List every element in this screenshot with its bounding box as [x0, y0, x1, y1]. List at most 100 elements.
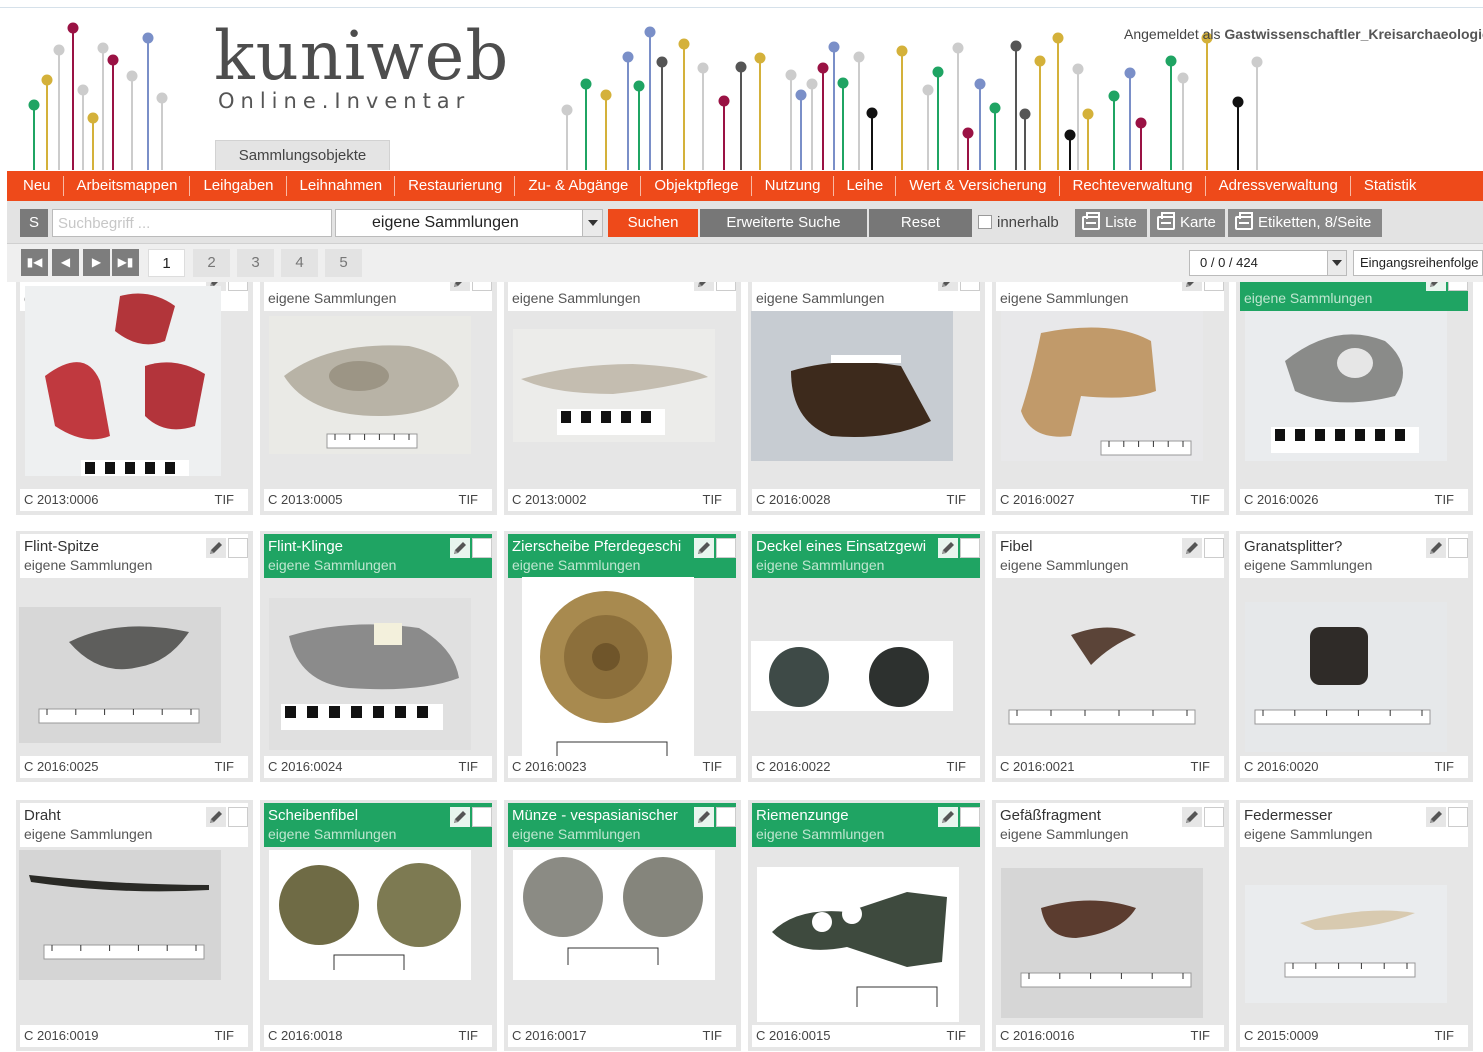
pencil-icon[interactable]: [938, 538, 958, 558]
select-checkbox[interactable]: [716, 282, 736, 291]
search-button[interactable]: Suchen: [608, 209, 698, 237]
object-image[interactable]: [1245, 885, 1447, 1003]
pencil-icon[interactable]: [1426, 538, 1446, 558]
object-card[interactable]: eigene Sammlungen C 2016:0027 TIF: [992, 282, 1229, 515]
reset-button[interactable]: Reset: [869, 209, 972, 237]
object-image[interactable]: [25, 286, 221, 476]
object-image[interactable]: [19, 850, 221, 980]
object-card[interactable]: Deckel eines Einsatzgewi eigene Sammlung…: [748, 531, 985, 782]
search-input[interactable]: [52, 209, 332, 237]
object-card[interactable]: eigene Sammlungen C 2013:0006 TIF: [16, 282, 253, 515]
object-card[interactable]: Flint-Spitze eigene Sammlungen C 2016:00…: [16, 531, 253, 782]
object-image[interactable]: [751, 311, 953, 461]
nav-item-zu-abgaenge[interactable]: Zu- & Abgänge: [514, 176, 640, 196]
page-1[interactable]: 1: [148, 249, 185, 277]
select-checkbox[interactable]: [716, 538, 736, 558]
nav-item-wert-versicherung[interactable]: Wert & Versicherung: [895, 176, 1058, 196]
object-image[interactable]: [1001, 311, 1203, 461]
object-card[interactable]: Gefäßfragment eigene Sammlungen C 2016:0…: [992, 800, 1229, 1051]
card-title[interactable]: Riemenzunge: [756, 807, 936, 824]
object-card[interactable]: eigene Sammlungen C 2013:0005 TIF: [260, 282, 497, 515]
object-image[interactable]: [269, 316, 471, 454]
select-checkbox[interactable]: [472, 807, 492, 827]
pencil-icon[interactable]: [450, 282, 470, 291]
pencil-icon[interactable]: [1182, 282, 1202, 291]
object-image[interactable]: [513, 329, 715, 442]
page-2[interactable]: 2: [193, 249, 230, 277]
select-checkbox[interactable]: [1448, 282, 1468, 291]
nav-item-neu[interactable]: Neu: [7, 176, 63, 196]
select-checkbox[interactable]: [228, 807, 248, 827]
pencil-icon[interactable]: [1426, 282, 1446, 291]
nav-item-nutzung[interactable]: Nutzung: [750, 176, 833, 196]
prev-page-icon[interactable]: ◀: [52, 249, 79, 276]
page-5[interactable]: 5: [325, 249, 362, 277]
object-image[interactable]: [513, 850, 715, 980]
next-page-icon[interactable]: ▶: [83, 249, 110, 276]
sort-select[interactable]: Eingangsreihenfolge: [1353, 250, 1483, 276]
select-checkbox[interactable]: [960, 282, 980, 291]
nav-item-rechteverwaltung[interactable]: Rechteverwaltung: [1058, 176, 1205, 196]
object-card[interactable]: Scheibenfibel eigene Sammlungen C 2016:0…: [260, 800, 497, 1051]
select-checkbox[interactable]: [716, 807, 736, 827]
card-title[interactable]: Flint-Spitze: [24, 538, 204, 555]
object-card[interactable]: Fibel eigene Sammlungen C 2016:0021 TIF: [992, 531, 1229, 782]
select-checkbox[interactable]: [1204, 807, 1224, 827]
within-checkbox[interactable]: innerhalb: [978, 209, 1073, 237]
select-checkbox[interactable]: [960, 807, 980, 827]
nav-item-leihgaben[interactable]: Leihgaben: [189, 176, 285, 196]
card-title[interactable]: Flint-Klinge: [268, 538, 448, 555]
object-card[interactable]: Zierscheibe Pferdegeschi eigene Sammlung…: [504, 531, 741, 782]
object-card[interactable]: Federmesser eigene Sammlungen C 2015:000…: [1236, 800, 1473, 1051]
select-checkbox[interactable]: [472, 282, 492, 291]
labels-button[interactable]: Etiketten, 8/Seite: [1228, 209, 1382, 237]
card-title[interactable]: Granatsplitter?: [1244, 538, 1424, 555]
pencil-icon[interactable]: [206, 538, 226, 558]
checkbox-icon[interactable]: [978, 215, 992, 229]
pencil-icon[interactable]: [206, 807, 226, 827]
pencil-icon[interactable]: [694, 282, 714, 291]
s-button[interactable]: S: [20, 209, 48, 237]
advanced-search-button[interactable]: Erweiterte Suche: [700, 209, 867, 237]
nav-item-leihnahmen[interactable]: Leihnahmen: [285, 176, 395, 196]
object-card[interactable]: Flint-Klinge eigene Sammlungen C 2016:00…: [260, 531, 497, 782]
chevron-down-icon[interactable]: [1327, 251, 1346, 275]
pencil-icon[interactable]: [694, 807, 714, 827]
object-card[interactable]: eigene Sammlungen C 2016:0028 TIF: [748, 282, 985, 515]
card-title[interactable]: Scheibenfibel: [268, 807, 448, 824]
map-button[interactable]: Karte: [1150, 209, 1225, 237]
card-title[interactable]: Federmesser: [1244, 807, 1424, 824]
nav-item-statistik[interactable]: Statistik: [1349, 176, 1429, 196]
card-title[interactable]: Zierscheibe Pferdegeschi: [512, 538, 692, 555]
select-checkbox[interactable]: [1204, 538, 1224, 558]
object-image[interactable]: [269, 598, 471, 750]
pencil-icon[interactable]: [938, 282, 958, 291]
object-image[interactable]: [1001, 605, 1203, 745]
select-checkbox[interactable]: [1448, 807, 1468, 827]
nav-item-leihe[interactable]: Leihe: [832, 176, 896, 196]
object-card[interactable]: Riemenzunge eigene Sammlungen C 2016:001…: [748, 800, 985, 1051]
page-4[interactable]: 4: [281, 249, 318, 277]
nav-item-adressverwaltung[interactable]: Adressverwaltung: [1204, 176, 1350, 196]
logo[interactable]: kuniweb: [214, 18, 509, 94]
nav-item-objektpflege[interactable]: Objektpflege: [640, 176, 750, 196]
nav-item-arbeitsmappen[interactable]: Arbeitsmappen: [62, 176, 190, 196]
tab-sammlungsobjekte[interactable]: Sammlungsobjekte: [215, 140, 390, 170]
object-card[interactable]: Münze - vespasianischer eigene Sammlunge…: [504, 800, 741, 1051]
select-checkbox[interactable]: [960, 538, 980, 558]
pencil-icon[interactable]: [1182, 538, 1202, 558]
first-page-icon[interactable]: ▮◀: [21, 249, 48, 276]
card-title[interactable]: Münze - vespasianischer: [512, 807, 692, 824]
page-3[interactable]: 3: [237, 249, 274, 277]
select-checkbox[interactable]: [472, 538, 492, 558]
object-card[interactable]: eigene Sammlungen C 2013:0002 TIF: [504, 282, 741, 515]
object-card[interactable]: eigene Sammlungen C 2016:0026 TIF: [1236, 282, 1473, 515]
card-title[interactable]: Fibel: [1000, 538, 1180, 555]
select-checkbox[interactable]: [1204, 282, 1224, 291]
pencil-icon[interactable]: [450, 807, 470, 827]
card-title[interactable]: Gefäßfragment: [1000, 807, 1180, 824]
object-image[interactable]: [19, 607, 221, 743]
object-image[interactable]: [1001, 868, 1203, 1018]
last-page-icon[interactable]: ▶▮: [112, 249, 139, 276]
card-title[interactable]: Deckel eines Einsatzgewi: [756, 538, 936, 555]
